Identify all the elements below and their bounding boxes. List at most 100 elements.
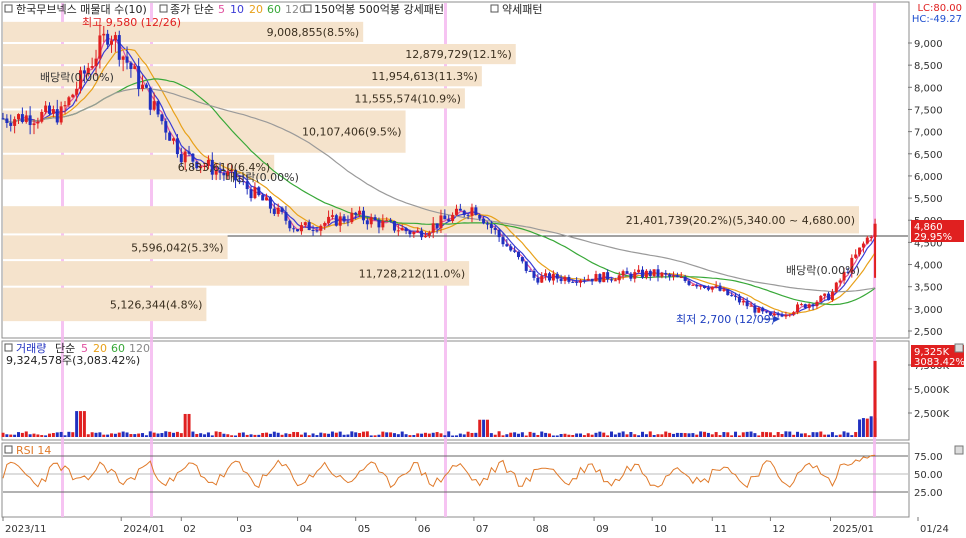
volume-bar [24,431,28,437]
x-tick-label: 09 [596,524,609,535]
volume-bar [815,432,819,437]
volume-bar [175,431,179,437]
y-tick-label: 8,500 [914,61,943,72]
candle-body [854,254,858,258]
candle-body [501,237,505,245]
rsi-y-tick-label: 75.00 [914,452,943,463]
candle-body [776,313,780,316]
x-tick-label: 2025/01 [832,524,874,535]
volume-bar [470,432,474,437]
candle-body [369,217,373,225]
volume-bar [400,431,404,437]
candle-body [656,269,660,277]
y-tick-label: 6,000 [914,172,943,183]
candle-body [714,285,718,287]
candle-body [834,282,838,292]
volume-bar [110,433,114,437]
volume-bar [838,434,842,437]
y-tick-label: 4,000 [914,261,943,272]
collapse-icon[interactable] [954,343,964,353]
candle-body [144,84,148,88]
volume-bar [617,432,621,437]
volume-bar [168,431,172,437]
candle-body [389,220,393,222]
candle-body [439,215,443,229]
volume-bar [195,433,199,437]
candle-body [381,220,385,228]
volume-bar [799,433,803,437]
candle-body [412,232,416,235]
candle-body [28,115,32,126]
candle-body [323,222,327,226]
candle-body [272,208,276,214]
volume-bar [466,431,470,437]
volume-bar [218,431,222,437]
volume-bar [327,433,331,437]
volume-bar [94,432,98,437]
candle-body [32,123,36,126]
candle-body [749,305,753,307]
candle-body [489,224,493,229]
volume-bar [319,432,323,437]
stock-chart[interactable]: 9,000 8,500 8,000 7,500 7,000 6,500 6,000 5,500… [0,0,966,538]
volume-bar [129,434,133,437]
volume-bar [454,435,458,437]
candle-body [672,275,676,277]
candle-body [590,278,594,282]
candle-body [497,229,501,238]
candle-body [610,279,614,281]
candle-body [462,210,466,215]
volume-bar [679,432,683,437]
candle-body [753,305,757,313]
volume-bar [551,435,555,437]
volume-bar [714,432,718,437]
x-tick-label: 02 [183,524,196,535]
volume-bar [858,419,862,437]
bearish-pattern-label: 약세패턴 [502,2,542,16]
volume-bar [28,434,32,437]
candle-body [334,215,338,226]
volume-bar [509,432,513,437]
volume-bar [82,411,86,437]
volume-bar [307,435,311,437]
candle-body [396,230,400,232]
candle-body [823,293,827,296]
volume-bar [621,431,625,437]
collapse-icon[interactable] [954,445,964,455]
volume-bar [358,433,362,437]
candle-body [400,228,404,231]
high-marker-label: 최고 9,580 (12/26) [82,16,181,29]
volume-bar [361,431,365,437]
volume-profile-label: 11,555,574(10.9%) [354,92,461,105]
volume-bar [226,434,230,437]
candle-body [524,261,528,271]
candle-body [710,286,714,290]
y-tick-label: 3,000 [914,305,943,316]
volume-bar [237,432,241,437]
volume-bar [757,435,761,437]
volume-bar [637,435,641,437]
candle-body [427,232,431,236]
volume-bar [532,432,536,437]
candle-body [416,230,420,233]
volume-bar [241,432,245,437]
candle-body [602,272,606,283]
candle-body [36,121,40,124]
x-tick-label: 01/24 [920,524,949,535]
volume-bar [819,431,823,437]
volume-bar [439,433,443,437]
candle-body [17,114,21,120]
volume-bar [214,431,218,437]
candle-body [660,272,664,277]
volume-info: 9,324,578주(3,083.42%) [6,354,140,367]
candle-body [48,105,52,114]
candle-body [683,277,687,281]
volume-bar [540,431,544,437]
volume-bar [144,435,148,437]
volume-bar [567,434,571,437]
candle-body [788,314,792,316]
candle-body [408,231,412,235]
volume-bar [648,431,652,437]
x-tick-label: 06 [418,524,431,535]
candle-body [377,220,381,228]
